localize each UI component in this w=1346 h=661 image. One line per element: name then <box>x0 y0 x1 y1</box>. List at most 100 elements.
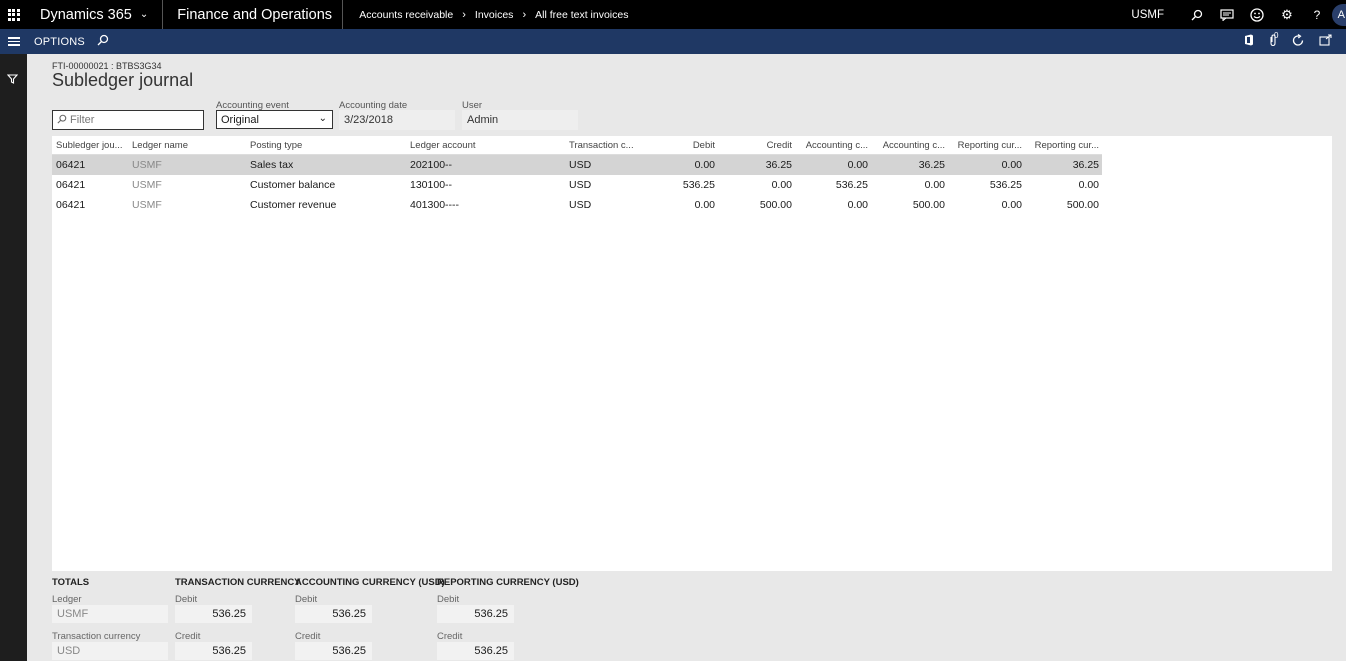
app-switcher-button[interactable]: Dynamics 365 ⌄ <box>27 0 164 29</box>
reporting-credit-total: 536.25 <box>437 642 514 660</box>
table-cell: 0.00 <box>694 159 715 171</box>
attachments-icon[interactable]: 0 <box>1268 30 1279 50</box>
transaction-debit-total: 536.25 <box>175 605 252 623</box>
credit-label: Credit <box>295 631 321 642</box>
breadcrumb: Accounts receivable › Invoices › All fre… <box>359 9 628 21</box>
user-field: Admin <box>462 110 578 130</box>
transaction-currency-value: USD <box>52 642 168 660</box>
transaction-currency-label: Transaction currency <box>52 631 141 642</box>
table-cell: 36.25 <box>918 159 945 171</box>
table-cell: USMF <box>132 199 162 211</box>
column-header[interactable]: Transaction c... <box>569 137 639 154</box>
breadcrumb-item[interactable]: Accounts receivable <box>359 9 453 21</box>
module-name: Finance and Operations <box>163 0 344 29</box>
table-cell: USD <box>569 159 592 171</box>
filter-input[interactable]: Filter <box>52 110 204 130</box>
table-row[interactable]: 06421 USMF Customer revenue 401300---- U… <box>52 195 1102 215</box>
page-title: Subledger journal <box>52 70 194 90</box>
action-search-icon[interactable] <box>97 34 109 49</box>
table-cell: 500.00 <box>1066 199 1099 211</box>
column-header[interactable]: Credit <box>718 137 792 154</box>
options-tab[interactable]: OPTIONS <box>34 36 85 48</box>
debit-label: Debit <box>295 594 318 605</box>
accounting-currency-heading: ACCOUNTING CURRENCY (USD) <box>295 577 445 588</box>
chevron-down-icon: ⌄ <box>318 113 327 124</box>
column-header[interactable]: Reporting cur... <box>1026 137 1099 154</box>
left-rail <box>0 54 27 661</box>
table-cell: 06421 <box>56 159 86 171</box>
office-icon[interactable] <box>1244 34 1254 49</box>
search-icon <box>57 114 67 127</box>
breadcrumb-item[interactable]: Invoices <box>475 9 514 21</box>
column-header[interactable]: Ledger account <box>410 137 560 154</box>
chevron-right-icon: › <box>462 8 466 21</box>
accounting-date-field: 3/23/2018 <box>339 110 455 130</box>
column-header[interactable]: Subledger jou... <box>56 137 130 154</box>
table-cell: 0.00 <box>847 159 868 171</box>
totals-section: TOTALS TRANSACTION CURRENCY ACCOUNTING C… <box>52 576 612 661</box>
refresh-icon[interactable] <box>1292 33 1305 50</box>
table-row[interactable]: 06421 USMF Customer balance 130100-- USD… <box>52 175 1102 195</box>
ledger-label: Ledger <box>52 594 82 605</box>
table-row[interactable]: 06421 USMF Sales tax 202100-- USD 0.00 3… <box>52 155 1102 175</box>
user-account-button[interactable]: A <box>1332 0 1346 29</box>
main-content: FTI-00000021 : BTBS3G34 Subledger journa… <box>27 54 1346 661</box>
table-cell: 536.25 <box>989 179 1022 191</box>
subledger-journal-grid: Subledger jou... Ledger name Posting typ… <box>52 136 1332 571</box>
accounting-credit-total: 536.25 <box>295 642 372 660</box>
table-cell: USMF <box>132 159 162 171</box>
transaction-credit-total: 536.25 <box>175 642 252 660</box>
table-cell: 500.00 <box>912 199 945 211</box>
grid-header-row: Subledger jou... Ledger name Posting typ… <box>52 137 1102 155</box>
open-new-window-icon[interactable] <box>1319 34 1332 49</box>
table-cell: 0.00 <box>1078 179 1099 191</box>
table-cell: 401300---- <box>410 199 460 211</box>
transaction-currency-heading: TRANSACTION CURRENCY <box>175 577 301 588</box>
search-icon[interactable] <box>1182 0 1212 29</box>
table-cell: 500.00 <box>759 199 792 211</box>
breadcrumb-item[interactable]: All free text invoices <box>535 9 628 21</box>
app-name: Dynamics 365 <box>40 6 132 23</box>
smiley-icon[interactable] <box>1242 0 1272 29</box>
chevron-down-icon: ⌄ <box>139 9 149 20</box>
company-picker[interactable]: USMF <box>1131 9 1164 21</box>
table-cell: USMF <box>132 179 162 191</box>
ledger-value: USMF <box>52 605 168 623</box>
table-cell: 0.00 <box>1001 199 1022 211</box>
debit-label: Debit <box>175 594 198 605</box>
top-navigation-bar: Dynamics 365 ⌄ Finance and Operations Ac… <box>0 0 1346 29</box>
reporting-debit-total: 536.25 <box>437 605 514 623</box>
message-icon[interactable] <box>1212 0 1242 29</box>
column-header[interactable]: Accounting c... <box>795 137 868 154</box>
reporting-currency-heading: REPORTING CURRENCY (USD) <box>437 577 579 588</box>
table-cell: 0.00 <box>924 179 945 191</box>
column-header[interactable]: Accounting c... <box>872 137 945 154</box>
help-icon[interactable]: ? <box>1302 0 1332 29</box>
accounting-event-select[interactable]: Original ⌄ <box>216 110 333 129</box>
table-cell: Customer balance <box>250 179 336 191</box>
app-launcher-icon[interactable] <box>0 0 27 29</box>
credit-label: Credit <box>175 631 201 642</box>
table-cell: 202100-- <box>410 159 453 171</box>
accounting-event-value: Original <box>221 113 259 126</box>
column-header[interactable]: Reporting cur... <box>949 137 1022 154</box>
gear-icon[interactable]: ⚙ <box>1272 0 1302 29</box>
table-cell: 536.25 <box>835 179 868 191</box>
table-cell: 130100-- <box>410 179 453 191</box>
action-pane: OPTIONS 0 <box>0 29 1346 54</box>
debit-label: Debit <box>437 594 460 605</box>
column-header[interactable]: Posting type <box>250 137 400 154</box>
table-cell: 536.25 <box>682 179 715 191</box>
filter-pane-icon[interactable] <box>6 74 19 87</box>
totals-title: TOTALS <box>52 577 90 588</box>
column-header[interactable]: Debit <box>642 137 715 154</box>
table-cell: 36.25 <box>765 159 792 171</box>
navigation-menu-icon[interactable] <box>0 37 27 46</box>
column-header[interactable]: Ledger name <box>132 137 242 154</box>
table-cell: USD <box>569 199 592 211</box>
table-cell: Sales tax <box>250 159 294 171</box>
attachments-count: 0 <box>1274 30 1279 40</box>
filter-placeholder: Filter <box>70 114 95 126</box>
table-cell: 06421 <box>56 179 86 191</box>
table-cell: 36.25 <box>1072 159 1099 171</box>
